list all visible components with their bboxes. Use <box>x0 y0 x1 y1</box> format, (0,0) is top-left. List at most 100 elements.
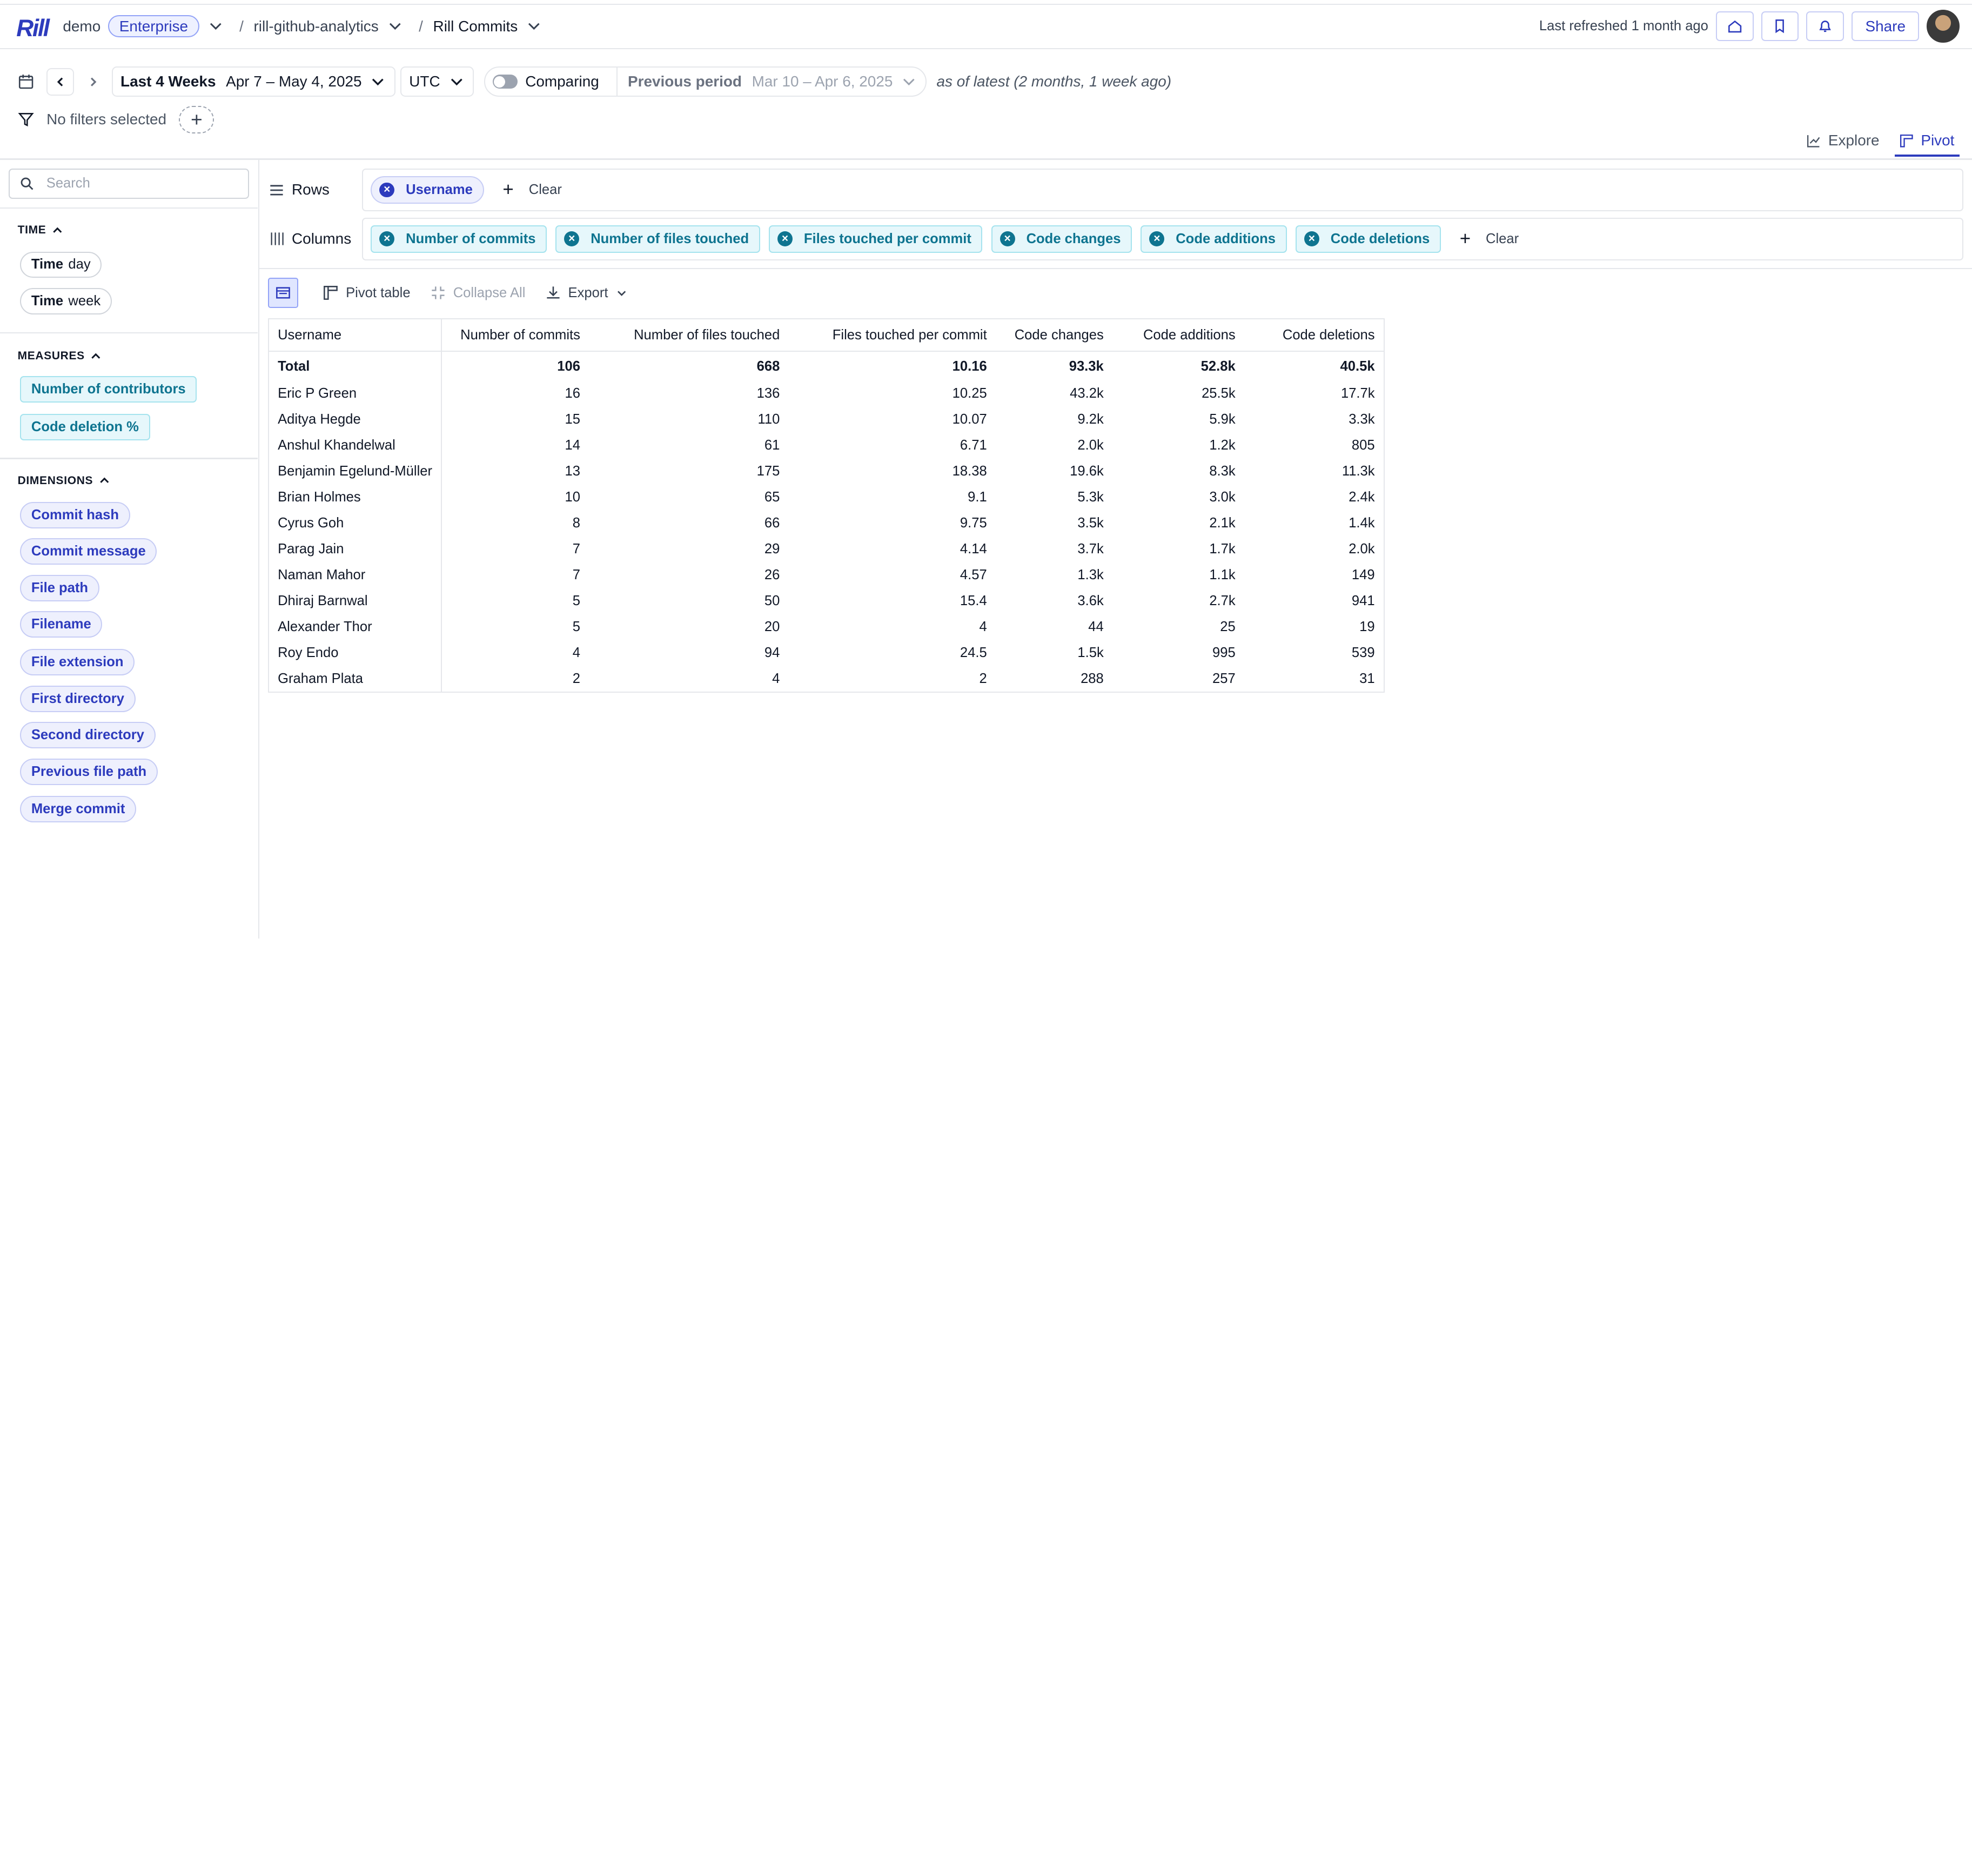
chevron-up-icon <box>53 227 62 233</box>
table-total-row[interactable]: Total 106 668 10.16 93.3k 52.8k 40.5k <box>269 352 1384 381</box>
table-row[interactable]: Dhiraj Barnwal 5 50 15.4 3.6k 2.7k 941 <box>269 588 1384 614</box>
prev-period-button[interactable] <box>46 68 75 96</box>
row-label-cell: Roy Endo <box>269 640 442 666</box>
timezone-selector[interactable]: UTC <box>400 66 474 97</box>
section-time-header[interactable]: TIME <box>18 224 63 237</box>
tab-explore[interactable]: Explore <box>1802 130 1884 155</box>
avatar[interactable] <box>1927 10 1960 43</box>
pivot-table-button[interactable]: Pivot table <box>323 285 411 301</box>
rill-logo[interactable]: Rill <box>16 15 50 42</box>
column-chip[interactable]: × Number of commits <box>371 225 547 253</box>
dimension-item[interactable]: Commit hash <box>20 501 130 528</box>
rows-label: Rows <box>292 181 330 198</box>
next-period-button[interactable] <box>79 68 107 96</box>
row-label-cell: Dhiraj Barnwal <box>269 588 442 614</box>
table-row[interactable]: Roy Endo 4 94 24.5 1.5k 995 539 <box>269 640 1384 666</box>
section-time-title: TIME <box>17 224 46 237</box>
table-row[interactable]: Anshul Khandelwal 14 61 6.71 2.0k 1.2k 805 <box>269 432 1384 459</box>
table-row[interactable]: Benjamin Egelund-Müller 13 175 18.38 19.6k 8.… <box>269 458 1384 485</box>
column-header[interactable]: Number of files touched <box>589 319 788 351</box>
toggle-panel-button[interactable] <box>267 278 298 309</box>
bookmark-button[interactable] <box>1761 11 1799 42</box>
column-chip[interactable]: × Code deletions <box>1295 225 1441 253</box>
chevron-down-icon[interactable] <box>207 17 225 35</box>
chevron-down-icon[interactable] <box>386 17 404 35</box>
chevron-down-icon[interactable] <box>525 17 543 35</box>
value-cell: 9.75 <box>960 515 987 531</box>
breadcrumb-dashboard[interactable]: Rill Commits <box>433 18 518 35</box>
remove-icon[interactable]: × <box>379 231 395 247</box>
time-item-day[interactable]: Time day <box>20 251 102 278</box>
share-button[interactable]: Share <box>1852 11 1920 42</box>
add-column-button[interactable]: + <box>1460 228 1471 250</box>
value-cell: 61 <box>764 438 780 453</box>
remove-icon[interactable]: × <box>1149 231 1165 247</box>
dimension-item[interactable]: Merge commit <box>20 796 136 823</box>
value-cell: 2.4k <box>1349 490 1375 505</box>
value-cell: 175 <box>756 464 780 479</box>
alert-button[interactable] <box>1806 11 1844 42</box>
rows-dropzone[interactable]: × Username + Clear <box>362 168 1963 212</box>
column-chip[interactable]: × Code additions <box>1141 225 1287 253</box>
clear-columns-button[interactable]: Clear <box>1486 231 1519 247</box>
section-measures-header[interactable]: MEASURES <box>18 350 101 363</box>
tab-pivot[interactable]: Pivot <box>1894 130 1960 157</box>
columns-dropzone[interactable]: × Number of commits × Number of files touc… <box>362 217 1963 260</box>
measure-item[interactable]: Code deletion % <box>20 413 150 440</box>
collapse-all-button[interactable]: Collapse All <box>431 285 525 301</box>
dimension-item[interactable]: File path <box>20 574 99 601</box>
clear-rows-button[interactable]: Clear <box>529 182 562 198</box>
previous-period-selector[interactable]: Previous period Mar 10 – Apr 6, 2025 <box>616 66 918 97</box>
remove-icon[interactable]: × <box>379 182 395 198</box>
table-row[interactable]: Aditya Hegde 15 110 10.07 9.2k 5.9k 3.3k <box>269 406 1384 433</box>
table-row[interactable]: Eric P Green 16 136 10.25 43.2k 25.5k 17.7k <box>269 380 1384 407</box>
column-chip[interactable]: × Number of files touched <box>555 225 760 253</box>
column-header[interactable]: Username <box>269 319 442 351</box>
remove-icon[interactable]: × <box>564 231 580 247</box>
dimension-item[interactable]: Filename <box>20 611 103 638</box>
dimension-item[interactable]: File extension <box>20 649 135 675</box>
time-item-week[interactable]: Time week <box>20 288 112 314</box>
search-input[interactable]: Search <box>9 168 249 199</box>
column-header[interactable]: Files touched per commit <box>789 319 996 351</box>
table-row[interactable]: Brian Holmes 10 65 9.1 5.3k 3.0k 2.4k <box>269 484 1384 511</box>
table-row[interactable]: Alexander Thor 5 20 4 44 25 19 <box>269 614 1384 640</box>
breadcrumb-org[interactable]: demo <box>63 18 100 35</box>
value-cell: 805 <box>1351 438 1375 453</box>
add-filter-button[interactable]: + <box>179 105 214 133</box>
remove-icon[interactable]: × <box>1000 231 1015 247</box>
home-bookmark-button[interactable] <box>1715 11 1754 42</box>
column-chip[interactable]: × Files touched per commit <box>769 225 983 253</box>
dimension-item[interactable]: Previous file path <box>20 758 158 785</box>
comparison-toggle[interactable] <box>492 75 518 89</box>
table-row[interactable]: Parag Jain 7 29 4.14 3.7k 1.7k 2.0k <box>269 536 1384 562</box>
table-body: Total 106 668 10.16 93.3k 52.8k 40.5k Eric P Gr… <box>269 352 1384 692</box>
table-row[interactable]: Cyrus Goh 8 66 9.75 3.5k 2.1k 1.4k <box>269 510 1384 537</box>
row-label-cell: Total <box>269 352 442 381</box>
row-label-cell: Cyrus Goh <box>269 510 442 537</box>
row-chip-username[interactable]: × Username <box>371 176 484 204</box>
time-range-selector[interactable]: Last 4 Weeks Apr 7 – May 4, 2025 <box>112 66 396 97</box>
column-header[interactable]: Number of commits <box>442 319 589 351</box>
section-dimensions-header[interactable]: DIMENSIONS <box>18 474 110 487</box>
dimension-item[interactable]: Commit message <box>20 538 157 565</box>
table-row[interactable]: Naman Mahor 7 26 4.57 1.3k 1.1k 149 <box>269 562 1384 588</box>
column-header[interactable]: Code changes <box>996 319 1112 351</box>
dimension-item[interactable]: First directory <box>20 685 136 712</box>
table-row[interactable]: Graham Plata 2 4 2 288 257 31 <box>269 666 1384 692</box>
dimension-item[interactable]: Second directory <box>20 722 156 749</box>
row-label-cell: Parag Jain <box>269 536 442 562</box>
value-cell: 4.57 <box>960 567 987 582</box>
column-header[interactable]: Code additions <box>1112 319 1244 351</box>
remove-icon[interactable]: × <box>777 231 793 247</box>
comparison-control[interactable]: Comparing Previous period Mar 10 – Apr 6… <box>484 66 927 97</box>
measure-item[interactable]: Number of contributors <box>20 376 197 403</box>
column-chip[interactable]: × Code changes <box>991 225 1132 253</box>
breadcrumb-project[interactable]: rill-github-analytics <box>254 18 379 35</box>
column-header[interactable]: Code deletions <box>1244 319 1384 351</box>
export-button[interactable]: Export <box>546 285 628 301</box>
calendar-icon[interactable] <box>18 73 34 90</box>
line-chart-icon <box>1807 135 1820 148</box>
add-row-button[interactable]: + <box>502 179 513 200</box>
remove-icon[interactable]: × <box>1304 231 1319 247</box>
